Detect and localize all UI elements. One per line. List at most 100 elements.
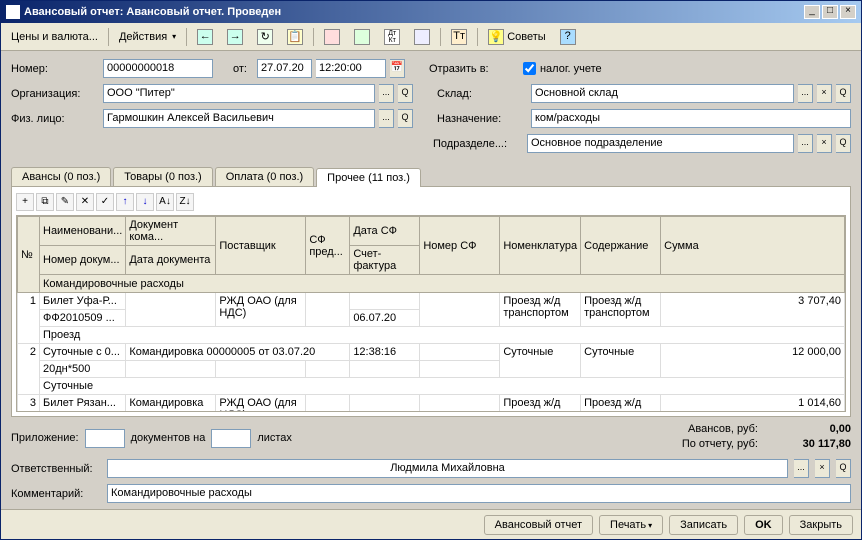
- edit-row-icon[interactable]: ✎: [56, 193, 74, 211]
- sort-desc-icon[interactable]: Z↓: [176, 193, 194, 211]
- table-row: 3Билет Рязан...КомандировкаРЖД ОАО (для …: [18, 395, 845, 412]
- nav-back-icon[interactable]: ←: [191, 26, 219, 48]
- finish-icon[interactable]: ✓: [96, 193, 114, 211]
- col-kom[interactable]: Командировочные расходы: [40, 275, 845, 293]
- help-icon[interactable]: ?: [554, 26, 582, 48]
- table-row: 1Билет Уфа-Р...РЖД ОАО (для НДС)Проезд ж…: [18, 293, 845, 310]
- report-icon[interactable]: [408, 26, 436, 48]
- print-button[interactable]: Печать: [599, 515, 663, 535]
- maximize-button[interactable]: □: [822, 5, 838, 19]
- col-nsf[interactable]: Номер СФ: [420, 217, 500, 275]
- window: Авансовый отчет: Авансовый отчет. Провед…: [0, 0, 862, 540]
- pril-docs-input[interactable]: [85, 429, 125, 448]
- podr-label: Подразделе...:: [433, 138, 523, 150]
- podr-select-icon[interactable]: [798, 134, 813, 153]
- close-doc-button[interactable]: Закрыть: [789, 515, 853, 535]
- avans-value: 0,00: [761, 423, 851, 435]
- nazn-label: Назначение:: [437, 113, 527, 125]
- resp-select-icon[interactable]: [794, 459, 809, 478]
- col-schf[interactable]: Счет-фактура: [350, 246, 420, 275]
- resp-input[interactable]: Людмила Михайловна: [107, 459, 788, 478]
- add-copy-icon[interactable]: ⧉: [36, 193, 54, 211]
- nav-fwd-icon[interactable]: →: [221, 26, 249, 48]
- col-dsf[interactable]: Дата СФ: [350, 217, 420, 246]
- tab-advances[interactable]: Авансы (0 поз.): [11, 167, 111, 186]
- col-sf[interactable]: СФ пред...: [306, 217, 350, 275]
- delete-row-icon[interactable]: ✕: [76, 193, 94, 211]
- col-sum[interactable]: Сумма: [661, 217, 845, 275]
- comm-input[interactable]: Командировочные расходы: [107, 484, 851, 503]
- add-row-icon[interactable]: +: [16, 193, 34, 211]
- actions-menu[interactable]: Действия: [113, 28, 182, 46]
- resp-clear-icon[interactable]: [815, 459, 830, 478]
- tax-checkbox[interactable]: [523, 62, 536, 75]
- separator: [186, 28, 187, 46]
- number-input[interactable]: 00000000018: [103, 59, 213, 78]
- close-button[interactable]: ×: [840, 5, 856, 19]
- podr-open-icon[interactable]: [836, 134, 851, 153]
- report-button[interactable]: Авансовый отчет: [484, 515, 593, 535]
- person-select-icon[interactable]: [379, 109, 394, 128]
- nazn-input[interactable]: ком/расходы: [531, 109, 851, 128]
- col-name[interactable]: Наименовани...: [40, 217, 126, 246]
- col-nd[interactable]: Номер докум...: [40, 246, 126, 275]
- table-row: Суточные: [18, 378, 845, 395]
- button-bar: Авансовый отчет Печать Записать OK Закры…: [1, 509, 861, 539]
- sort-asc-icon[interactable]: A↓: [156, 193, 174, 211]
- sklad-open-icon[interactable]: [836, 84, 851, 103]
- window-title: Авансовый отчет: Авансовый отчет. Провед…: [24, 6, 802, 18]
- save-button[interactable]: Записать: [669, 515, 738, 535]
- sklad-label: Склад:: [437, 88, 527, 100]
- time-input[interactable]: 12:20:00: [316, 59, 386, 78]
- dtkt-icon[interactable]: ДтКт: [378, 26, 406, 48]
- separator: [108, 28, 109, 46]
- tab-goods[interactable]: Товары (0 поз.): [113, 167, 212, 186]
- date-input[interactable]: 27.07.20: [257, 59, 312, 78]
- pril-label: Приложение:: [11, 432, 79, 444]
- move-up-icon[interactable]: ↑: [116, 193, 134, 211]
- org-input[interactable]: ООО "Питер": [103, 84, 375, 103]
- tree-icon[interactable]: Tт: [445, 26, 473, 48]
- person-open-icon[interactable]: [398, 109, 413, 128]
- copy-icon[interactable]: 📋: [281, 26, 309, 48]
- resp-open-icon[interactable]: [836, 459, 851, 478]
- resp-label: Ответственный:: [11, 463, 101, 475]
- data-grid[interactable]: № Наименовани... Документ кома... Постав…: [16, 215, 846, 412]
- table-row: ПМ2010372 0...07.07.20: [18, 412, 845, 413]
- col-dd[interactable]: Дата документа: [126, 246, 216, 275]
- calendar-icon[interactable]: [390, 59, 405, 78]
- ok-button[interactable]: OK: [744, 515, 783, 535]
- col-dokk[interactable]: Документ кома...: [126, 217, 216, 246]
- unpost-icon[interactable]: [348, 26, 376, 48]
- content-area: Номер: 00000000018 от: 27.07.20 12:20:00…: [1, 51, 861, 509]
- avans-label: Авансов, руб:: [688, 423, 758, 435]
- sklad-clear-icon[interactable]: [817, 84, 832, 103]
- tips-button[interactable]: 💡Советы: [482, 26, 551, 48]
- minimize-button[interactable]: _: [804, 5, 820, 19]
- refresh-icon[interactable]: ↻: [251, 26, 279, 48]
- number-label: Номер:: [11, 63, 99, 75]
- app-icon: [6, 5, 20, 19]
- from-label: от:: [233, 63, 247, 75]
- podr-clear-icon[interactable]: [817, 134, 832, 153]
- col-sod[interactable]: Содержание: [581, 217, 661, 275]
- sklad-input[interactable]: Основной склад: [531, 84, 794, 103]
- prices-currency-button[interactable]: Цены и валюта...: [5, 28, 104, 46]
- person-input[interactable]: Гармошкин Алексей Васильевич: [103, 109, 375, 128]
- org-select-icon[interactable]: [379, 84, 394, 103]
- tax-label: налог. учете: [540, 63, 602, 75]
- col-nom[interactable]: Номенклатура: [500, 217, 581, 275]
- pril-pages-input[interactable]: [211, 429, 251, 448]
- sklad-select-icon[interactable]: [798, 84, 813, 103]
- tab-other[interactable]: Прочее (11 поз.): [316, 168, 421, 187]
- person-label: Физ. лицо:: [11, 113, 99, 125]
- move-down-icon[interactable]: ↓: [136, 193, 154, 211]
- col-post[interactable]: Поставщик: [216, 217, 306, 275]
- otchet-label: По отчету, руб:: [682, 438, 758, 450]
- col-num[interactable]: №: [18, 217, 40, 293]
- post-icon[interactable]: [318, 26, 346, 48]
- tab-payment[interactable]: Оплата (0 поз.): [215, 167, 314, 186]
- org-open-icon[interactable]: [398, 84, 413, 103]
- table-row: Проезд: [18, 327, 845, 344]
- podr-input[interactable]: Основное подразделение: [527, 134, 794, 153]
